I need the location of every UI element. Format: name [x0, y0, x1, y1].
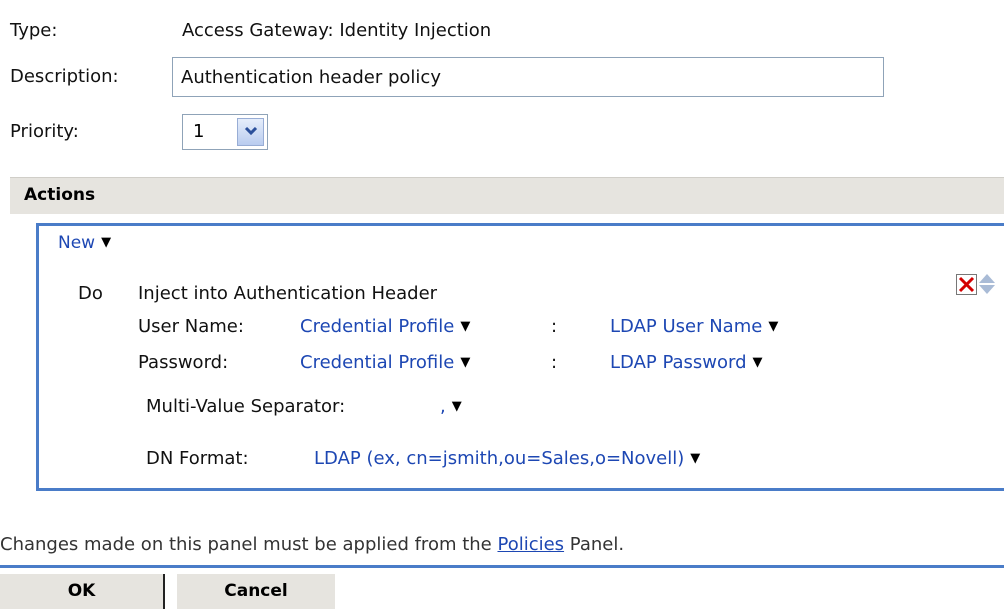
- password-colon: :: [551, 352, 558, 373]
- new-action-label: New: [58, 233, 96, 253]
- caret-down-icon: ▼: [768, 319, 779, 334]
- chevron-down-icon: [244, 126, 257, 136]
- caret-down-icon: ▼: [101, 235, 112, 250]
- priority-value: 1: [193, 121, 205, 142]
- close-icon: [958, 276, 975, 293]
- caret-down-icon: ▼: [752, 355, 763, 370]
- dn-format-label: DN Format:: [146, 448, 249, 469]
- separator-value: ,: [440, 396, 446, 417]
- action-title: Inject into Authentication Header: [138, 283, 438, 304]
- description-label: Description:: [10, 66, 119, 87]
- user-name-colon: :: [551, 316, 558, 337]
- policies-link[interactable]: Policies: [497, 534, 564, 555]
- ok-button[interactable]: OK: [0, 574, 163, 609]
- caret-down-icon: ▼: [451, 399, 462, 414]
- button-divider: [163, 574, 165, 609]
- caret-down-icon: ▼: [690, 451, 701, 466]
- dn-format-value: LDAP (ex, cn=jsmith,ou=Sales,o=Novell): [314, 448, 685, 469]
- move-up-down-icon[interactable]: [977, 272, 997, 298]
- dn-format-dropdown[interactable]: LDAP (ex, cn=jsmith,ou=Sales,o=Novell) ▼: [314, 448, 700, 469]
- priority-select[interactable]: 1: [182, 114, 268, 150]
- priority-label: Priority:: [10, 121, 79, 142]
- description-input[interactable]: [172, 57, 884, 97]
- footer-note-after: Panel.: [564, 534, 625, 555]
- user-name-source-dropdown[interactable]: Credential Profile ▼: [300, 316, 470, 337]
- password-label: Password:: [138, 352, 229, 373]
- footer-note: Changes made on this panel must be appli…: [0, 534, 624, 555]
- caret-down-icon: ▼: [460, 319, 471, 334]
- password-source: Credential Profile: [300, 352, 455, 373]
- user-name-value-dropdown[interactable]: LDAP User Name ▼: [610, 316, 778, 337]
- actions-header: Actions: [10, 177, 1004, 214]
- type-label: Type:: [10, 20, 58, 41]
- password-value: LDAP Password: [610, 352, 747, 373]
- do-label: Do: [78, 283, 103, 304]
- delete-icon[interactable]: [956, 274, 977, 295]
- user-name-value: LDAP User Name: [610, 316, 763, 337]
- user-name-source: Credential Profile: [300, 316, 455, 337]
- priority-dropdown-button[interactable]: [237, 118, 264, 146]
- footer-note-before: Changes made on this panel must be appli…: [0, 534, 498, 555]
- user-name-label: User Name:: [138, 316, 244, 337]
- new-action-menu[interactable]: New ▼: [58, 233, 111, 253]
- caret-down-icon: ▼: [460, 355, 471, 370]
- type-value: Access Gateway: Identity Injection: [182, 20, 492, 41]
- password-source-dropdown[interactable]: Credential Profile ▼: [300, 352, 470, 373]
- separator-label: Multi-Value Separator:: [146, 396, 346, 417]
- password-value-dropdown[interactable]: LDAP Password ▼: [610, 352, 763, 373]
- actions-title: Actions: [24, 185, 96, 205]
- footer-divider: [0, 565, 1004, 568]
- cancel-button[interactable]: Cancel: [177, 574, 335, 609]
- separator-dropdown[interactable]: , ▼: [440, 396, 462, 417]
